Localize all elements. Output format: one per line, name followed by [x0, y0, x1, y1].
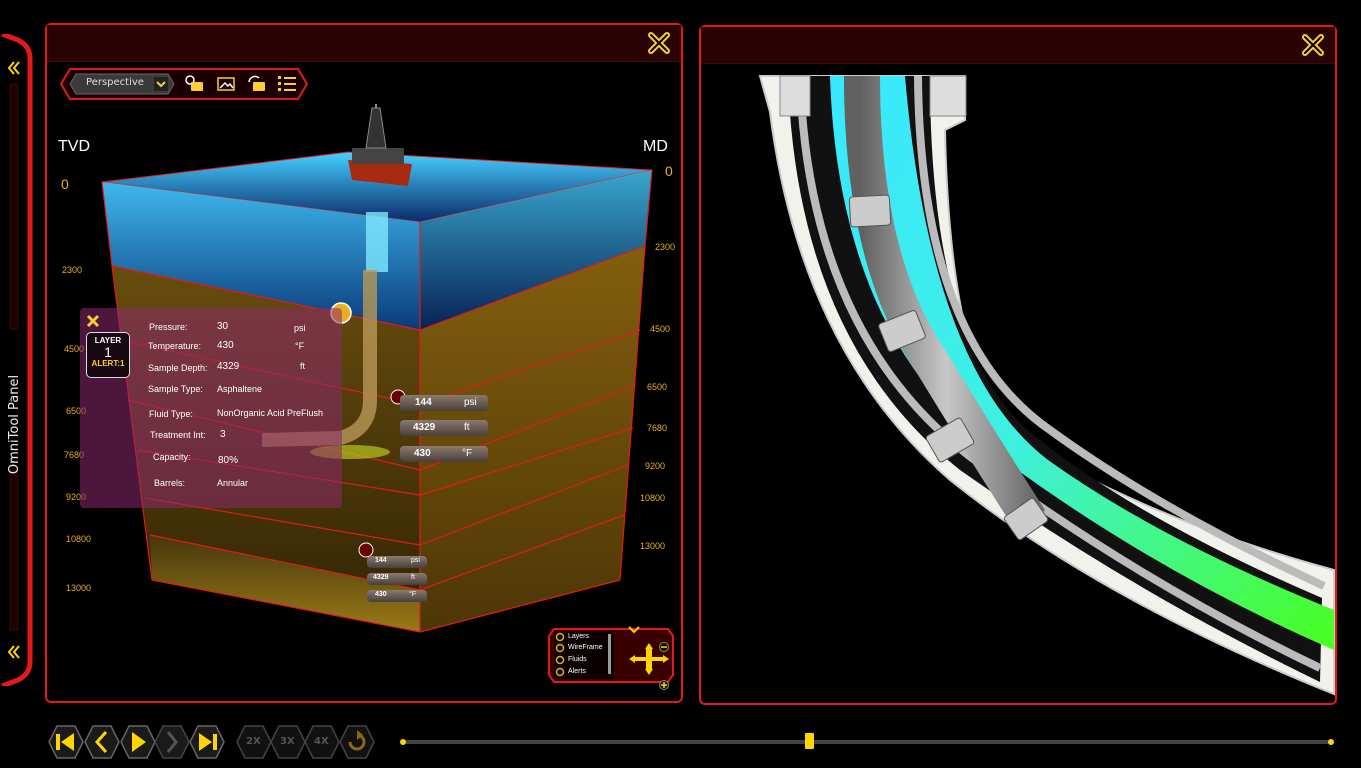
field-value: 3 [220, 429, 226, 440]
zoom-in-icon[interactable] [659, 680, 669, 690]
omnitool-panel[interactable]: OmniTool Panel [0, 34, 36, 686]
close-icon[interactable] [1301, 33, 1325, 57]
field-unit: ft [300, 361, 306, 371]
omnitool-label: OmniTool Panel [7, 374, 23, 474]
field-unit: psi [294, 323, 306, 333]
field-label: Treatment Int: [150, 430, 206, 440]
field-value: 30 [217, 321, 229, 332]
panel-header [47, 25, 681, 62]
field-label: Pressure: [149, 322, 188, 332]
field-label: Temperature: [148, 341, 202, 351]
legend-item[interactable]: Layers [568, 633, 589, 640]
toggle-radio[interactable] [555, 643, 565, 653]
skip-back-button[interactable] [48, 724, 84, 760]
field-unit: °F [295, 341, 305, 351]
collapse-down-icon[interactable] [6, 644, 22, 660]
zoom-out-icon[interactable] [659, 642, 669, 652]
close-icon[interactable] [647, 31, 671, 55]
layer-legend: Layers WireFrame Fluids Alerts [548, 628, 674, 690]
speed-4x-button[interactable]: 4X [304, 724, 340, 760]
field-value: 80% [218, 455, 239, 466]
wellbore-cross-section[interactable] [700, 64, 1336, 700]
pressure-tag: 144 psi [367, 556, 427, 568]
close-icon[interactable] [86, 314, 100, 328]
layer-info-card: LAYER 1 ALERT:1 Pressure: 30 psi Tempera… [80, 308, 342, 508]
zoom-camera-icon[interactable] [184, 74, 206, 94]
field-label: Barrels: [154, 478, 186, 488]
field-label: Capacity: [153, 452, 191, 462]
layer-number: 1 [104, 344, 112, 360]
speed-label: 4X [314, 736, 329, 747]
legend-item[interactable]: WireFrame [568, 644, 603, 651]
toggle-radio[interactable] [555, 667, 565, 677]
depth-tag: 4329 ft [400, 420, 488, 436]
chevron-down-icon[interactable] [153, 76, 169, 92]
speed-3x-button[interactable]: 3X [270, 724, 306, 760]
timeline-track[interactable] [400, 738, 1334, 746]
layer-badge: LAYER 1 ALERT:1 [86, 332, 130, 378]
view-mode-value: Perspective [86, 77, 144, 88]
toggle-radio[interactable] [555, 655, 565, 665]
field-value: 4329 [217, 361, 240, 372]
replay-button[interactable] [339, 724, 375, 760]
rotate-camera-icon[interactable] [246, 74, 268, 94]
speed-label: 3X [280, 736, 295, 747]
depth-tag: 4329 ft [367, 573, 427, 585]
chevron-down-icon[interactable] [628, 626, 640, 634]
alert-count: ALERT:1 [91, 359, 125, 368]
panel-header [701, 27, 1335, 64]
field-label: Sample Depth: [148, 363, 208, 373]
field-value: Asphaltene [217, 384, 263, 394]
legend-item[interactable]: Alerts [568, 668, 586, 675]
pressure-tag: 144 psi [400, 395, 488, 411]
field-value: Annular [217, 478, 249, 488]
temperature-tag: 430 °F [367, 590, 427, 602]
temperature-tag: 430 °F [400, 446, 488, 462]
speed-2x-button[interactable]: 2X [236, 724, 272, 760]
skip-forward-button[interactable] [189, 724, 225, 760]
image-icon[interactable] [217, 76, 237, 94]
field-value: 430 [217, 340, 234, 351]
collapse-up-icon[interactable] [6, 60, 22, 76]
list-settings-icon[interactable] [277, 74, 299, 94]
field-label: Sample Type: [148, 384, 203, 394]
field-label: Fluid Type: [149, 409, 193, 419]
step-back-button[interactable] [84, 724, 120, 760]
toggle-radio[interactable] [555, 632, 565, 642]
legend-item[interactable]: Fluids [568, 656, 587, 663]
oil-rig-icon [348, 104, 412, 186]
speed-label: 2X [246, 736, 261, 747]
play-button[interactable] [120, 724, 156, 760]
timeline-thumb[interactable] [804, 733, 814, 749]
field-value: NonOrganic Acid PreFlush [217, 408, 324, 418]
pause-button[interactable] [154, 724, 190, 760]
